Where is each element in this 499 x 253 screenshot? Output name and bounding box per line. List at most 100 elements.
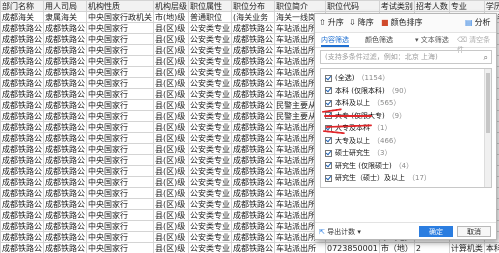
- table-cell[interactable]: 中央国家行: [86, 198, 154, 210]
- table-cell[interactable]: 县(区)级: [153, 88, 189, 100]
- table-cell[interactable]: 中央国家行: [86, 22, 154, 34]
- filter-option[interactable]: 本科及以上 （565）: [325, 98, 400, 108]
- table-cell[interactable]: 成都铁路公: [0, 154, 44, 166]
- table-cell[interactable]: 成都铁路公: [0, 165, 44, 177]
- table-cell[interactable]: 中央国家行: [86, 209, 154, 221]
- analyze-button[interactable]: ▤ 分析: [465, 17, 491, 29]
- table-cell[interactable]: 机构性质: [86, 0, 154, 12]
- table-cell[interactable]: 成都铁路公: [231, 132, 275, 144]
- table-cell[interactable]: 县(区)级: [153, 143, 189, 155]
- scrollbar-thumb[interactable]: [486, 73, 490, 133]
- table-cell[interactable]: 县(区)级: [153, 55, 189, 67]
- table-cell[interactable]: 成都铁路公: [43, 88, 87, 100]
- table-cell[interactable]: 中央国家行: [86, 176, 154, 188]
- table-cell[interactable]: 公安类专业: [188, 121, 232, 133]
- table-cell[interactable]: 2: [413, 242, 450, 253]
- table-cell[interactable]: 中央国家行: [86, 99, 154, 111]
- table-cell[interactable]: 考试类别: [378, 0, 415, 12]
- table-cell[interactable]: 成都铁路公: [43, 220, 87, 232]
- table-cell[interactable]: 成都铁路公: [43, 176, 87, 188]
- filter-option[interactable]: 研究生（硕士）及以上 （17）: [325, 173, 431, 183]
- table-cell[interactable]: 中央国家行: [86, 55, 154, 67]
- table-cell[interactable]: 中央国家行: [86, 110, 154, 122]
- filter-checkbox[interactable]: [325, 174, 332, 182]
- sort-asc-button[interactable]: ⇧ 升序: [319, 17, 344, 29]
- table-cell[interactable]: 成都铁路公: [0, 176, 44, 188]
- table-cell[interactable]: 成都铁路公: [0, 55, 44, 67]
- table-cell[interactable]: 公安类专业: [188, 66, 232, 78]
- table-cell[interactable]: 成都铁路公: [43, 242, 87, 253]
- table-cell[interactable]: 成都铁路公: [0, 22, 44, 34]
- table-cell[interactable]: 成都铁路公: [43, 187, 87, 199]
- filter-checkbox[interactable]: [325, 99, 332, 107]
- table-cell[interactable]: 县(区)级: [153, 187, 189, 199]
- table-cell[interactable]: 成都铁路公: [43, 132, 87, 144]
- table-cell[interactable]: 成都铁路公: [43, 33, 87, 45]
- table-cell[interactable]: 公安类专业: [188, 231, 232, 243]
- table-cell[interactable]: 部门名称: [0, 0, 44, 12]
- table-cell[interactable]: 车站派出所: [274, 242, 326, 253]
- table-cell[interactable]: 市（地）: [378, 242, 415, 253]
- table-cell[interactable]: 成都铁路公: [0, 143, 44, 155]
- filter-checkbox[interactable]: [325, 149, 332, 157]
- table-cell[interactable]: 学历: [483, 0, 499, 12]
- table-cell[interactable]: (海关业务: [231, 11, 275, 23]
- table-cell[interactable]: 中央国家行: [86, 143, 154, 155]
- table-cell[interactable]: 成都铁路公: [231, 187, 275, 199]
- table-cell[interactable]: 成都铁路公: [0, 209, 44, 221]
- table-cell[interactable]: 公安类专业: [188, 44, 232, 56]
- table-cell[interactable]: 中央国家行: [86, 132, 154, 144]
- table-cell[interactable]: 成都铁路公: [43, 121, 87, 133]
- table-cell[interactable]: 成都铁路公: [231, 99, 275, 111]
- table-cell[interactable]: 成都铁路公: [231, 110, 275, 122]
- table-cell[interactable]: 成都铁路公: [43, 55, 87, 67]
- table-cell[interactable]: 专业: [448, 0, 485, 12]
- table-cell[interactable]: 公安类专业: [188, 99, 232, 111]
- table-cell[interactable]: 公安类专业: [188, 209, 232, 221]
- table-cell[interactable]: 中央国家行: [86, 187, 154, 199]
- table-cell[interactable]: 中央国家行: [86, 220, 154, 232]
- table-cell[interactable]: 成都铁路公: [0, 132, 44, 144]
- table-cell[interactable]: 县(区)级: [153, 176, 189, 188]
- table-cell[interactable]: 成都铁路公: [0, 99, 44, 111]
- table-cell[interactable]: 县(区)级: [153, 66, 189, 78]
- table-cell[interactable]: 成都铁路公: [0, 66, 44, 78]
- list-scrollbar[interactable]: [484, 69, 491, 187]
- table-cell[interactable]: 公安类专业: [188, 22, 232, 34]
- export-count-button[interactable]: ⇱ 导出计数 ▾: [319, 227, 361, 237]
- table-cell[interactable]: 公安类专业: [188, 110, 232, 122]
- table-cell[interactable]: 成都铁路公: [231, 66, 275, 78]
- table-cell[interactable]: 成都铁路公: [43, 99, 87, 111]
- table-cell[interactable]: 成都铁路公: [43, 198, 87, 210]
- table-cell[interactable]: 公安类专业: [188, 165, 232, 177]
- table-cell[interactable]: 公安类专业: [188, 33, 232, 45]
- table-cell[interactable]: 县(区)级: [153, 44, 189, 56]
- table-cell[interactable]: 公安类专业: [188, 77, 232, 89]
- table-cell[interactable]: 公安类专业: [188, 55, 232, 67]
- table-cell[interactable]: 成都铁路公: [231, 88, 275, 100]
- table-cell[interactable]: 成都铁路公: [231, 198, 275, 210]
- table-cell[interactable]: 成都铁路公: [0, 88, 44, 100]
- table-cell[interactable]: 普通职位: [188, 11, 232, 23]
- table-cell[interactable]: 公安类专业: [188, 242, 232, 253]
- table-cell[interactable]: 县(区)级: [153, 110, 189, 122]
- table-cell[interactable]: 本科(仅限本科): [483, 242, 499, 253]
- table-cell[interactable]: 成都海关: [0, 11, 44, 23]
- table-cell[interactable]: 公安类专业: [188, 88, 232, 100]
- table-cell[interactable]: 成都铁路公: [0, 33, 44, 45]
- table-cell[interactable]: 成都铁路公: [0, 77, 44, 89]
- table-cell[interactable]: 中央国家行: [86, 165, 154, 177]
- table-cell[interactable]: 公安类专业: [188, 132, 232, 144]
- table-cell[interactable]: 公安类专业: [188, 198, 232, 210]
- filter-option[interactable]: 本科 (仅限本科) （90）: [325, 86, 411, 96]
- table-cell[interactable]: 成都铁路公: [231, 143, 275, 155]
- ok-button[interactable]: 确定: [419, 226, 453, 237]
- table-cell[interactable]: 成都铁路公: [231, 55, 275, 67]
- text-filter-button[interactable]: ▾ 文本筛选: [415, 35, 449, 45]
- table-cell[interactable]: 计算机类: [448, 242, 485, 253]
- table-cell[interactable]: 中央国家行: [86, 66, 154, 78]
- table-cell[interactable]: 中央国家行政机关: [86, 11, 154, 23]
- table-cell[interactable]: 0723850001: [325, 242, 380, 253]
- table-cell[interactable]: 中央国家行: [86, 121, 154, 133]
- table-cell[interactable]: 成都铁路公: [43, 143, 87, 155]
